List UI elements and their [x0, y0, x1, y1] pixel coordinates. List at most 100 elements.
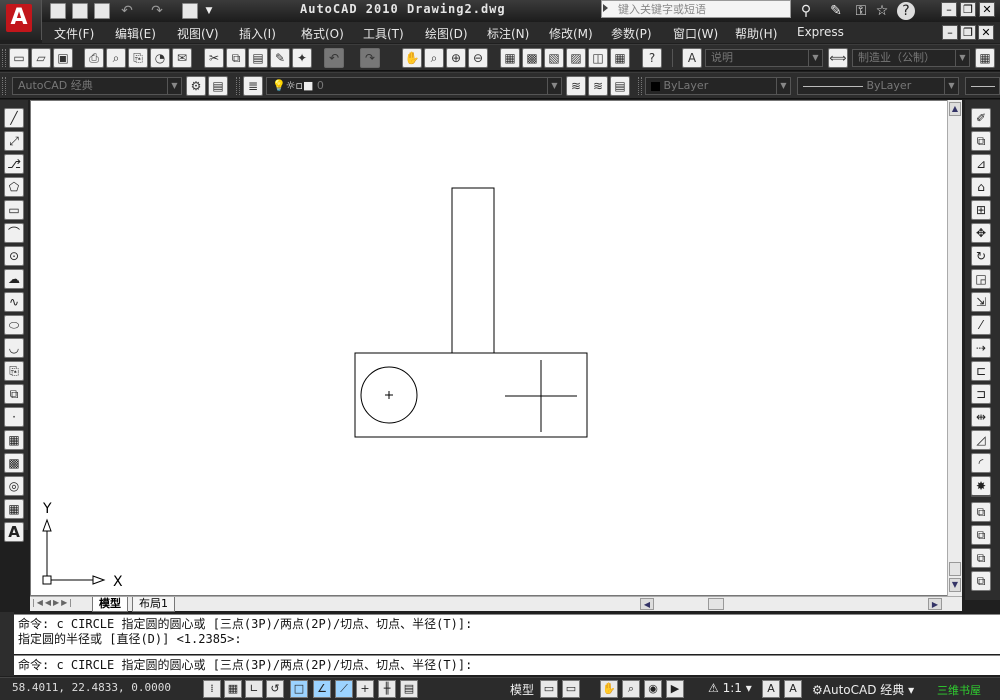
layer-manager-icon[interactable]: ≣: [243, 76, 263, 96]
fillet-icon[interactable]: ◜: [971, 453, 991, 473]
rectangle-icon[interactable]: ▭: [4, 200, 24, 220]
menu-tools[interactable]: 工具(T): [363, 25, 404, 42]
workspace-combo[interactable]: AutoCAD 经典 ▼: [12, 77, 182, 95]
quick-access-dropdown-icon[interactable]: ▼: [200, 2, 218, 20]
command-window-grip[interactable]: [0, 612, 14, 676]
quick-properties-icon[interactable]: ▤: [400, 680, 418, 698]
properties-icon[interactable]: ▦: [500, 48, 520, 68]
workspace-save-icon[interactable]: ▤: [208, 76, 228, 96]
steering-wheel-icon[interactable]: ◉: [644, 680, 662, 698]
menu-insert[interactable]: 插入(I): [239, 25, 276, 42]
design-center-icon[interactable]: ▩: [522, 48, 542, 68]
help-icon[interactable]: ?: [897, 2, 915, 20]
text-style-combo[interactable]: 说明 ▼: [705, 49, 823, 67]
zoom-window-icon[interactable]: ⊕: [446, 48, 466, 68]
arc-icon[interactable]: ⌒: [4, 223, 24, 243]
quickcalc-icon[interactable]: ▦: [610, 48, 630, 68]
region-icon[interactable]: ◎: [4, 476, 24, 496]
print-icon[interactable]: ⎙: [84, 48, 104, 68]
auto-scale-icon[interactable]: A: [784, 680, 802, 698]
menu-draw[interactable]: 绘图(D): [425, 25, 468, 42]
search-input[interactable]: 键入关键字或短语: [601, 0, 791, 18]
help-tool-icon[interactable]: ?: [642, 48, 662, 68]
markup-icon[interactable]: ◫: [588, 48, 608, 68]
table-style-icon[interactable]: ▦: [975, 48, 995, 68]
doc-minimize-button[interactable]: –: [942, 25, 958, 40]
spline-icon[interactable]: ∿: [4, 292, 24, 312]
save-file-icon[interactable]: ▣: [53, 48, 73, 68]
binoculars-icon[interactable]: ⚲: [797, 2, 815, 20]
open-file-icon[interactable]: ▱: [31, 48, 51, 68]
3d-dwf-icon[interactable]: ◔: [150, 48, 170, 68]
tab-model[interactable]: 模型: [92, 597, 128, 612]
revision-cloud-icon[interactable]: ☁: [4, 269, 24, 289]
color-combo[interactable]: ByLayer ▼: [645, 77, 791, 95]
linetype-combo[interactable]: ByLayer ▼: [797, 77, 959, 95]
draworder-above-icon[interactable]: ⧉: [971, 548, 991, 568]
insert-block-icon[interactable]: ⎘: [4, 361, 24, 381]
draworder-front-icon[interactable]: ⧉: [971, 502, 991, 522]
menu-parameter[interactable]: 参数(P): [611, 25, 652, 42]
toolbar-grip[interactable]: [236, 77, 240, 95]
join-icon[interactable]: ⇹: [971, 407, 991, 427]
draworder-back-icon[interactable]: ⧉: [971, 525, 991, 545]
block-editor-icon[interactable]: ✦: [292, 48, 312, 68]
workspace-switch[interactable]: ⚙AutoCAD 经典 ▾: [812, 681, 914, 698]
new-icon[interactable]: [50, 3, 66, 19]
make-block-icon[interactable]: ⧉: [4, 384, 24, 404]
coordinates-display[interactable]: 58.4011, 22.4833, 0.0000: [12, 681, 171, 694]
zoom-realtime-icon[interactable]: ⌕: [424, 48, 444, 68]
construction-line-icon[interactable]: ⤢: [4, 131, 24, 151]
etransmit-icon[interactable]: ✉: [172, 48, 192, 68]
pan-status-icon[interactable]: ✋: [600, 680, 618, 698]
ortho-mode-icon[interactable]: ∟: [245, 680, 263, 698]
plot-icon[interactable]: [182, 3, 198, 19]
layer-previous-icon[interactable]: ≋: [588, 76, 608, 96]
workspace-settings-icon[interactable]: ⚙: [186, 76, 206, 96]
publish-icon[interactable]: ⎘: [128, 48, 148, 68]
toolbar-grip[interactable]: [2, 77, 6, 95]
favorites-icon[interactable]: ☆: [873, 2, 891, 20]
object-snap-icon[interactable]: □: [290, 680, 308, 698]
match-properties-icon[interactable]: ✎: [270, 48, 290, 68]
ellipse-icon[interactable]: ⬭: [4, 315, 24, 335]
redo-tool-icon[interactable]: ↷: [360, 48, 380, 68]
explode-icon[interactable]: ✸: [971, 476, 991, 496]
line-icon[interactable]: ╱: [4, 108, 24, 128]
break-icon[interactable]: ⊐: [971, 384, 991, 404]
undo-tool-icon[interactable]: ↶: [324, 48, 344, 68]
minimize-button[interactable]: –: [941, 2, 957, 17]
offset-icon[interactable]: ⌂: [971, 177, 991, 197]
restore-button[interactable]: ❐: [960, 2, 976, 17]
command-line-input[interactable]: 命令: c CIRCLE 指定圆的圆心或 [三点(3P)/两点(2P)/切点、切…: [14, 655, 1000, 675]
move-icon[interactable]: ✥: [971, 223, 991, 243]
dim-style-icon[interactable]: ⟺: [828, 48, 848, 68]
communication-icon[interactable]: ✎: [827, 2, 845, 20]
make-current-layer-icon[interactable]: ≋: [566, 76, 586, 96]
save-icon[interactable]: [94, 3, 110, 19]
table-icon[interactable]: ▦: [4, 499, 24, 519]
lineweight-combo[interactable]: [965, 77, 1000, 95]
scroll-down-icon[interactable]: ▼: [949, 578, 961, 592]
search-expand-icon[interactable]: [603, 4, 608, 12]
polar-tracking-icon[interactable]: ↺: [266, 680, 284, 698]
layout-viewport-icon[interactable]: ▭: [562, 680, 580, 698]
multiline-text-icon[interactable]: A: [4, 522, 24, 542]
menu-help[interactable]: 帮助(H): [735, 25, 777, 42]
doc-close-button[interactable]: ✕: [978, 25, 994, 40]
polygon-icon[interactable]: ⬠: [4, 177, 24, 197]
copy-icon[interactable]: ⧉: [226, 48, 246, 68]
extend-icon[interactable]: ⇢: [971, 338, 991, 358]
qnew-icon[interactable]: ▭: [9, 48, 29, 68]
application-menu-button[interactable]: A: [0, 0, 42, 40]
tool-palettes-icon[interactable]: ▧: [544, 48, 564, 68]
paste-icon[interactable]: ▤: [248, 48, 268, 68]
menu-modify[interactable]: 修改(M): [549, 25, 593, 42]
undo-icon[interactable]: ↶: [118, 2, 136, 20]
dim-style-combo[interactable]: 制造业（公制） ▼: [852, 49, 970, 67]
menu-window[interactable]: 窗口(W): [673, 25, 718, 42]
zoom-previous-icon[interactable]: ⊖: [468, 48, 488, 68]
scroll-left-icon[interactable]: ◀: [640, 598, 654, 610]
pan-icon[interactable]: ✋: [402, 48, 422, 68]
subscription-icon[interactable]: ⚿: [852, 2, 870, 20]
